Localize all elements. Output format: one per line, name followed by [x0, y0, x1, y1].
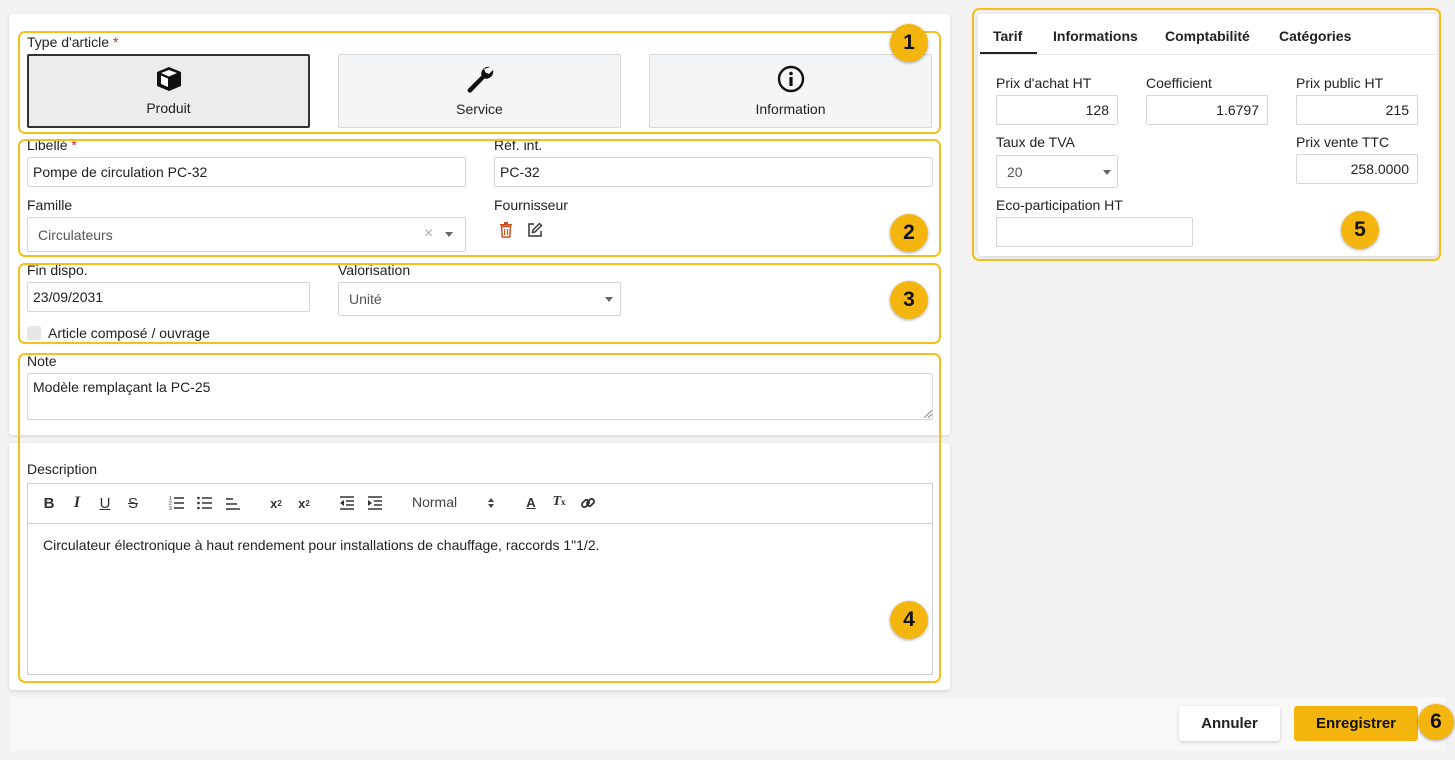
- coefficient-input[interactable]: 1.6797: [1146, 95, 1268, 125]
- bullet-list-icon[interactable]: [197, 495, 213, 511]
- famille-value: Circulateurs: [38, 226, 113, 243]
- famille-chevron-down-icon[interactable]: [445, 232, 453, 237]
- tva-label: Taux de TVA: [996, 134, 1075, 150]
- superscript-icon[interactable]: x2: [294, 494, 314, 512]
- libelle-input[interactable]: Pompe de circulation PC-32: [27, 157, 466, 187]
- link-icon[interactable]: [580, 495, 596, 511]
- prix-ttc-input[interactable]: 258.0000: [1296, 154, 1418, 184]
- type-produit-button[interactable]: Produit: [27, 54, 310, 128]
- prix-achat-label: Prix d'achat HT: [996, 75, 1092, 91]
- cancel-button[interactable]: Annuler: [1179, 706, 1280, 741]
- step-badge-1: 1: [890, 24, 928, 62]
- strike-icon[interactable]: S: [125, 494, 141, 512]
- edit-icon[interactable]: [527, 222, 543, 238]
- coefficient-label: Coefficient: [1146, 75, 1212, 91]
- underline-icon[interactable]: U: [97, 494, 113, 512]
- valorisation-label: Valorisation: [338, 262, 411, 278]
- compose-label: Article composé / ouvrage: [48, 325, 210, 341]
- libelle-label: Libellé *: [27, 137, 77, 153]
- eco-input[interactable]: [996, 217, 1193, 247]
- compose-checkbox[interactable]: [27, 326, 41, 340]
- ref-input[interactable]: PC-32: [494, 157, 933, 187]
- tab-informations[interactable]: Informations: [1053, 28, 1138, 44]
- tabs-divider: [980, 54, 1435, 55]
- type-label: Type d'article *: [27, 34, 119, 50]
- step-badge-6: 6: [1418, 704, 1454, 740]
- type-produit-label: Produit: [146, 100, 191, 116]
- valorisation-select[interactable]: Unité: [338, 282, 621, 316]
- valorisation-chevron-down-icon[interactable]: [605, 297, 613, 302]
- fin-dispo-input[interactable]: 23/09/2031: [27, 282, 310, 312]
- famille-clear-icon[interactable]: ×: [424, 225, 433, 243]
- eco-label: Eco-participation HT: [996, 197, 1123, 213]
- famille-select[interactable]: Circulateurs: [27, 217, 466, 252]
- tab-tarif[interactable]: Tarif: [993, 28, 1022, 44]
- prix-public-input[interactable]: 215: [1296, 95, 1418, 125]
- format-chevron-icon[interactable]: [487, 497, 495, 509]
- fin-dispo-label: Fin dispo.: [27, 262, 88, 278]
- resize-handle-icon[interactable]: [924, 410, 932, 418]
- prix-ttc-label: Prix vente TTC: [1296, 134, 1390, 150]
- indent-icon[interactable]: [367, 495, 383, 511]
- note-label: Note: [27, 353, 57, 369]
- step-badge-3: 3: [890, 281, 928, 319]
- note-value: Modèle remplaçant la PC-25: [33, 379, 211, 395]
- subscript-icon[interactable]: x2: [266, 494, 286, 512]
- tva-select[interactable]: 20: [996, 155, 1118, 188]
- wrench-icon: [467, 66, 493, 93]
- align-icon[interactable]: [225, 495, 241, 511]
- trash-icon[interactable]: [499, 222, 513, 238]
- step-badge-4: 4: [890, 601, 928, 639]
- outdent-icon[interactable]: [339, 495, 355, 511]
- description-editor[interactable]: Circulateur électronique à haut rendemen…: [27, 523, 933, 675]
- prix-public-label: Prix public HT: [1296, 75, 1384, 91]
- save-button[interactable]: Enregistrer: [1294, 706, 1418, 741]
- fournisseur-label: Fournisseur: [494, 197, 568, 213]
- prix-achat-input[interactable]: 128: [996, 95, 1118, 125]
- ref-label: Réf. int.: [494, 137, 543, 153]
- step-badge-2: 2: [890, 214, 928, 252]
- tab-categories[interactable]: Catégories: [1279, 28, 1351, 44]
- valorisation-value: Unité: [349, 291, 382, 307]
- type-service-button[interactable]: Service: [338, 54, 621, 128]
- tva-value: 20: [1007, 163, 1023, 180]
- tab-comptabilite[interactable]: Comptabilité: [1165, 28, 1250, 44]
- tva-chevron-down-icon[interactable]: [1103, 170, 1111, 175]
- svg-text:3: 3: [169, 506, 172, 511]
- info-icon: [777, 65, 804, 93]
- description-content: Circulateur électronique à haut rendemen…: [43, 537, 600, 553]
- format-value: Normal: [412, 494, 458, 510]
- note-textarea[interactable]: Modèle remplaçant la PC-25: [27, 373, 933, 420]
- type-information-button[interactable]: Information: [649, 54, 932, 128]
- italic-icon[interactable]: I: [69, 494, 85, 512]
- description-label: Description: [27, 461, 98, 477]
- type-information-label: Information: [755, 101, 826, 117]
- type-service-label: Service: [456, 101, 503, 117]
- text-color-icon[interactable]: A: [523, 493, 539, 511]
- cube-icon: [156, 67, 181, 91]
- ordered-list-icon[interactable]: 123: [169, 495, 185, 511]
- step-badge-5: 5: [1341, 211, 1379, 249]
- famille-label: Famille: [27, 197, 73, 213]
- clear-format-icon[interactable]: Tx: [550, 493, 568, 511]
- bold-icon[interactable]: B: [41, 494, 57, 512]
